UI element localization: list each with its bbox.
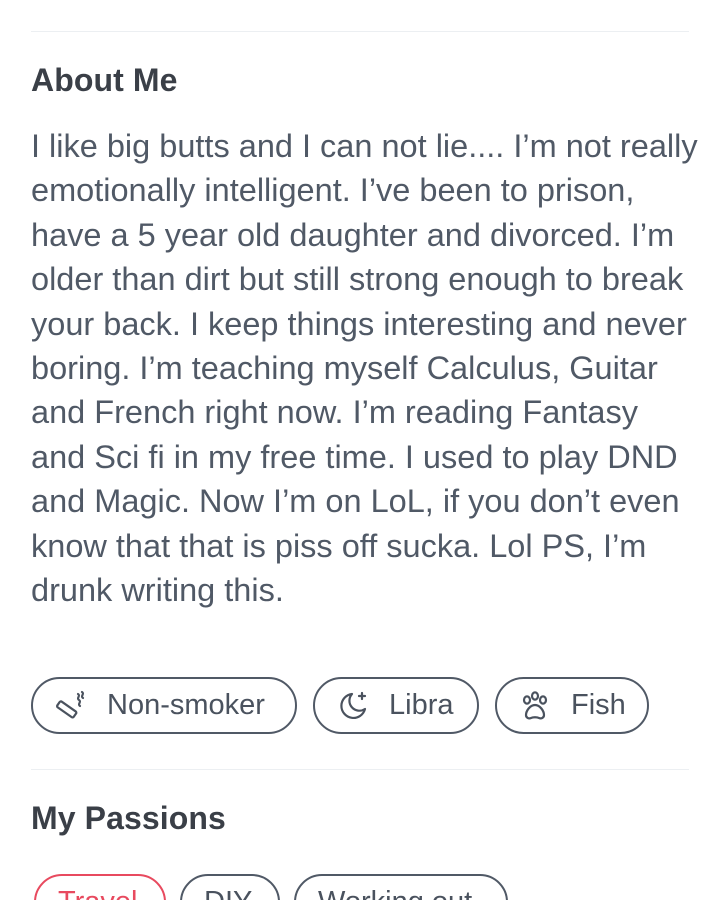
badge-label: Libra bbox=[389, 689, 454, 721]
badge-pet: Fish bbox=[495, 677, 649, 734]
no-smoking-icon bbox=[53, 688, 89, 724]
badge-non-smoker: Non-smoker bbox=[31, 677, 297, 734]
passion-chip-working-out: Working out bbox=[294, 874, 508, 900]
about-me-heading: About Me bbox=[31, 62, 178, 98]
passion-chip-travel: Travel bbox=[34, 874, 166, 900]
profile-page: About Me I like big butts and I can not … bbox=[0, 0, 720, 900]
moon-sparkle-icon bbox=[335, 688, 371, 724]
my-passions-heading: My Passions bbox=[31, 800, 226, 836]
passions-list: Travel DIY Working out bbox=[34, 874, 508, 900]
paw-icon bbox=[517, 688, 553, 724]
passion-chip-diy: DIY bbox=[180, 874, 280, 900]
badge-label: Fish bbox=[571, 689, 626, 721]
badge-zodiac: Libra bbox=[313, 677, 479, 734]
about-me-bio: I like big butts and I can not lie.... I… bbox=[31, 128, 698, 609]
badge-label: Non-smoker bbox=[107, 689, 265, 721]
lifestyle-badges: Non-smoker Libra Fish bbox=[31, 677, 649, 734]
top-divider bbox=[31, 31, 689, 32]
section-divider bbox=[31, 769, 689, 770]
